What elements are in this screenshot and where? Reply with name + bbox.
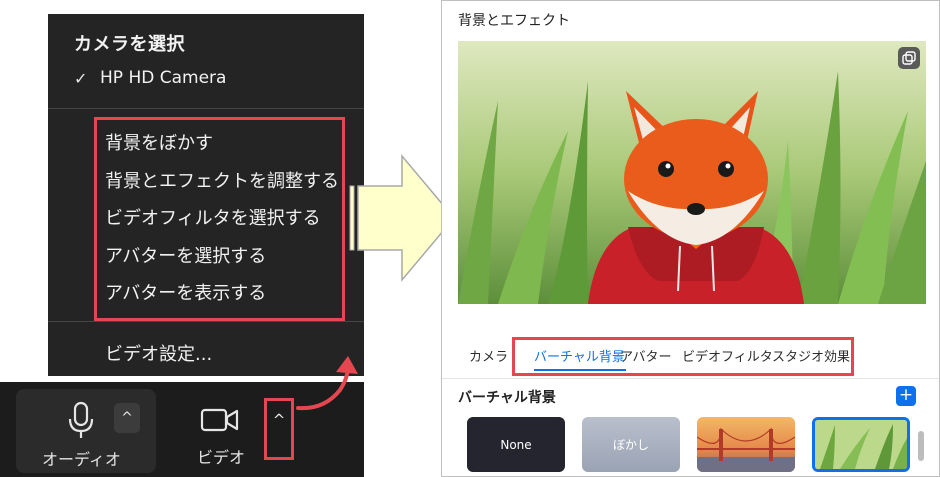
background-effects-panel: 背景とエフェクト カメラ バーチャル背景 アバター ビデオフィルタ スタジオ効果…	[441, 0, 940, 477]
menu-title: カメラを選択	[74, 34, 185, 55]
avatar-preview-image	[458, 41, 926, 304]
thumbnails-scrollbar[interactable]	[918, 431, 924, 461]
background-thumb-golden-gate[interactable]	[697, 417, 795, 472]
thumb-label: ぼかし	[612, 438, 649, 452]
audio-button-group: ^ オーディオ	[16, 389, 156, 473]
section-title: バーチャル背景	[458, 390, 556, 406]
curved-pointer-arrow-icon	[296, 356, 358, 411]
thumb-label: None	[500, 437, 532, 452]
add-background-button[interactable]: +	[896, 386, 916, 406]
menu-divider	[48, 108, 364, 109]
menu-divider	[48, 321, 364, 322]
checkmark-icon: ✓	[74, 68, 88, 88]
microphone-icon[interactable]	[66, 401, 96, 441]
camera-option-label: HP HD Camera	[100, 68, 227, 88]
menu-items-highlight-box	[94, 117, 345, 321]
video-preview	[458, 41, 926, 304]
camera-select-menu: カメラを選択 ✓ HP HD Camera 背景をぼかす 背景とエフェクトを調整…	[48, 14, 364, 376]
video-camera-icon[interactable]	[200, 407, 240, 433]
video-label: ビデオ	[197, 448, 246, 467]
background-thumb-none[interactable]: None	[467, 417, 565, 472]
tabs-highlight-box	[512, 337, 854, 376]
audio-options-chevron[interactable]: ^	[114, 403, 140, 433]
audio-label: オーディオ	[42, 450, 121, 469]
tab-camera[interactable]: カメラ	[469, 346, 508, 365]
camera-option-hp-hd[interactable]: ✓ HP HD Camera	[74, 68, 226, 88]
background-thumb-blur[interactable]: ぼかし	[582, 417, 680, 472]
menu-item-video-settings[interactable]: ビデオ設定...	[105, 340, 212, 366]
panel-title: 背景とエフェクト	[458, 13, 570, 29]
tabs-divider	[442, 378, 939, 379]
background-thumb-grass[interactable]	[812, 417, 910, 472]
popout-icon[interactable]	[898, 47, 920, 69]
